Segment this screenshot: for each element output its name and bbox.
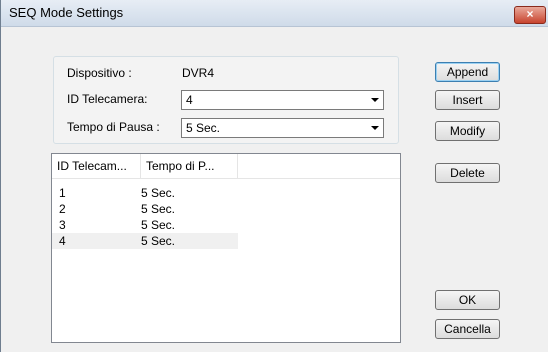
modify-button[interactable]: Modify (435, 121, 500, 141)
sequence-list[interactable]: ID Telecam... Tempo di P... 1 5 Sec. 2 5… (51, 153, 401, 343)
table-row[interactable]: 2 5 Sec. (52, 201, 238, 217)
close-icon: × (526, 7, 534, 21)
ok-button[interactable]: OK (435, 290, 500, 310)
row-camera-id: 4 (59, 234, 66, 248)
cancel-button[interactable]: Cancella (435, 319, 500, 339)
list-header: ID Telecam... Tempo di P... (52, 154, 400, 179)
table-row[interactable]: 1 5 Sec. (52, 185, 238, 201)
append-button[interactable]: Append (435, 62, 500, 82)
seq-mode-dialog: SEQ Mode Settings × Dispositivo : DVR4 I… (0, 0, 548, 352)
pause-label: Tempo di Pausa : (67, 120, 160, 134)
device-label: Dispositivo : (67, 66, 132, 80)
dialog-title: SEQ Mode Settings (9, 5, 124, 20)
table-row[interactable]: 4 5 Sec. (52, 233, 238, 249)
camera-select[interactable]: 4 (181, 90, 384, 110)
pause-select-value: 5 Sec. (186, 121, 221, 135)
camera-label: ID Telecamera: (67, 92, 148, 106)
chevron-down-icon (371, 126, 379, 130)
table-row[interactable]: 3 5 Sec. (52, 217, 238, 233)
title-bar[interactable]: SEQ Mode Settings × (1, 0, 548, 27)
column-header-camera-id[interactable]: ID Telecam... (52, 154, 141, 178)
row-pause-time: 5 Sec. (141, 218, 176, 232)
close-button[interactable]: × (514, 6, 546, 24)
row-pause-time: 5 Sec. (141, 202, 176, 216)
device-value: DVR4 (182, 66, 215, 80)
insert-button[interactable]: Insert (435, 90, 500, 110)
row-camera-id: 2 (59, 202, 66, 216)
camera-select-value: 4 (186, 93, 193, 107)
row-pause-time: 5 Sec. (141, 234, 176, 248)
row-camera-id: 3 (59, 218, 66, 232)
chevron-down-icon (371, 98, 379, 102)
column-header-pause-time[interactable]: Tempo di P... (141, 154, 238, 178)
delete-button[interactable]: Delete (435, 163, 500, 183)
pause-select[interactable]: 5 Sec. (181, 118, 384, 138)
row-pause-time: 5 Sec. (141, 186, 176, 200)
row-camera-id: 1 (59, 186, 66, 200)
